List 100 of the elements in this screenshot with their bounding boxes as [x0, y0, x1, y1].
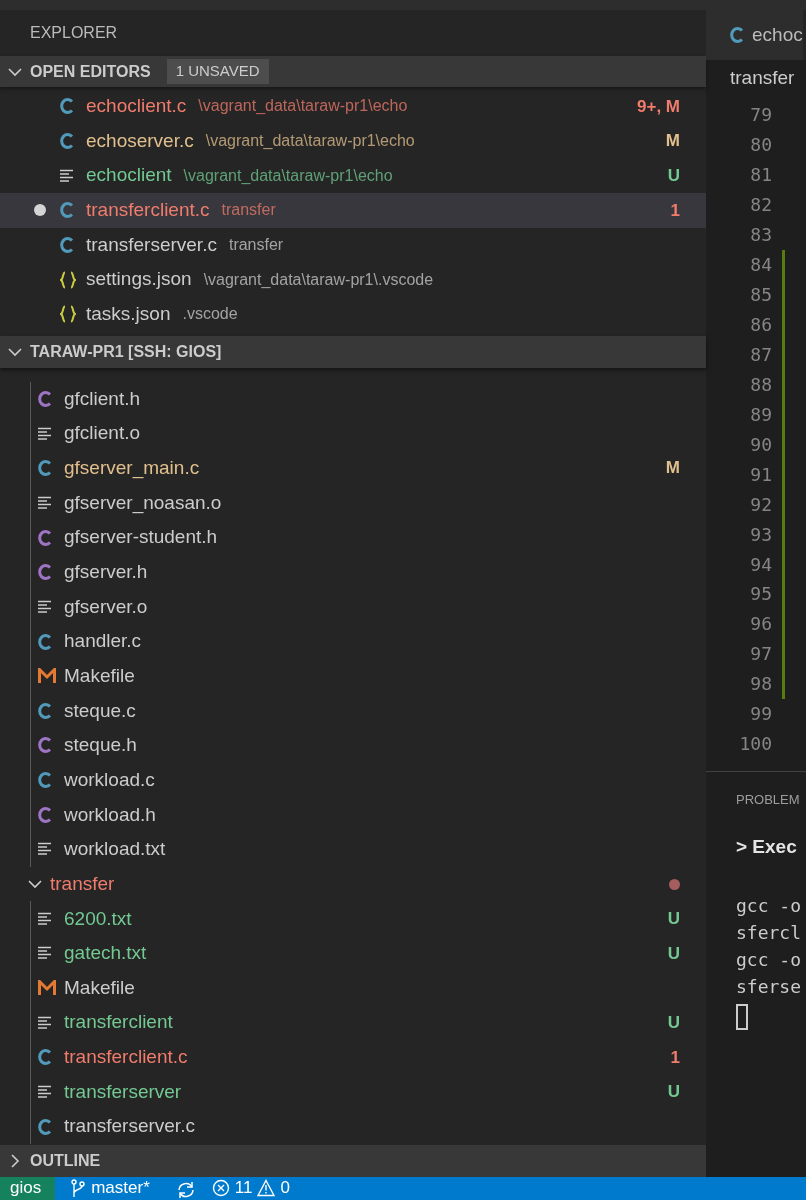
- file-name: gfserver_noasan.o: [64, 490, 222, 516]
- terminal-line: gcc -o: [736, 893, 803, 918]
- open-editor-item[interactable]: echoclient \vagrant_data\taraw-pr1\echo U: [0, 158, 706, 193]
- file-row[interactable]: Makefile: [0, 658, 706, 694]
- file-row[interactable]: gfserver.o: [0, 589, 706, 625]
- editor-tab[interactable]: echoc: [706, 10, 803, 60]
- file-row[interactable]: workload.h: [0, 797, 706, 833]
- file-name: gfclient.h: [64, 386, 141, 411]
- c-file-icon: [38, 701, 52, 720]
- file-row[interactable]: gfserver.h: [0, 554, 706, 590]
- explorer-title: EXPLORER: [29, 23, 119, 43]
- file-row[interactable]: gfserver-student.h: [0, 520, 706, 555]
- section-title: OPEN EDITORS: [30, 61, 151, 82]
- line-number: 89: [749, 402, 772, 427]
- line-number: 99: [749, 702, 772, 727]
- c-file-icon: [730, 26, 744, 44]
- problems-item[interactable]: 11 0: [211, 1177, 290, 1199]
- line-number: 91: [749, 462, 772, 487]
- breadcrumb[interactable]: transfer: [706, 60, 806, 96]
- file-row[interactable]: steque.h: [0, 728, 706, 763]
- open-editor-item[interactable]: settings.json \vagrant_data\taraw-pr1\.vscode: [0, 262, 706, 297]
- file-row[interactable]: transferserver.c: [0, 1109, 706, 1145]
- section-header[interactable]: OUTLINE: [0, 1145, 706, 1177]
- open-editor-item[interactable]: echoserver.c \vagrant_data\taraw-pr1\echo M: [0, 123, 706, 159]
- chevron-icon[interactable]: [8, 1154, 22, 1168]
- c-file-icon: [60, 97, 74, 116]
- open-editor-item[interactable]: transferclient.c transfer 1: [0, 192, 706, 228]
- sync-icon[interactable]: [175, 1181, 196, 1199]
- file-name: gfserver.o: [64, 594, 148, 619]
- line-number: 83: [749, 223, 772, 248]
- c-file-icon: [38, 771, 52, 790]
- open-editor-item[interactable]: transferserver.c transfer: [0, 227, 706, 263]
- file-name: Makefile: [64, 975, 135, 1000]
- line-number: 92: [749, 492, 772, 517]
- terminal-line: sferse: [736, 974, 803, 999]
- panel-tab[interactable]: PROBLEM: [736, 789, 800, 810]
- task-header: > Exec: [736, 835, 798, 860]
- file-name: echoclient: [86, 163, 172, 188]
- open-editor-item[interactable]: tasks.json .vscode: [0, 296, 706, 332]
- file-row[interactable]: steque.c: [0, 693, 706, 729]
- file-row[interactable]: transferclient.c 1: [0, 1040, 706, 1075]
- file-row[interactable]: Makefile: [0, 970, 706, 1006]
- file-row[interactable]: workload.c: [0, 762, 706, 798]
- section-header[interactable]: TARAW-PR1 [SSH: GIOS]: [0, 335, 706, 368]
- file-name: gfserver-student.h: [64, 525, 218, 550]
- line-number: 94: [749, 552, 772, 577]
- file-name: transferclient: [64, 1010, 173, 1035]
- folder-name: transfer: [50, 871, 115, 896]
- file-name: Makefile: [64, 663, 135, 688]
- branch-item[interactable]: master*: [71, 1177, 150, 1199]
- file-row[interactable]: 6200.txt U: [0, 901, 706, 937]
- text-file-icon: [60, 168, 74, 183]
- file-path: \vagrant_data\taraw-pr1\.vscode: [203, 269, 434, 290]
- git-status: 1: [670, 1046, 680, 1069]
- braces-icon: [60, 305, 76, 324]
- line-number: 95: [749, 582, 772, 607]
- file-name: gfserver_main.c: [64, 456, 200, 481]
- open-editor-item[interactable]: echoclient.c \vagrant_data\taraw-pr1\echo 9+, M: [0, 89, 706, 124]
- git-status: U: [667, 942, 680, 965]
- text-file-icon: [38, 426, 52, 441]
- file-name: echoclient.c: [86, 94, 187, 119]
- file-name: workload.h: [64, 802, 156, 827]
- file-row[interactable]: gfserver_noasan.o: [0, 485, 706, 521]
- line-number: 88: [749, 372, 772, 397]
- remote-indicator[interactable]: gios: [0, 1177, 56, 1200]
- file-row[interactable]: gfclient.h: [0, 381, 706, 417]
- folder-row[interactable]: transfer: [0, 866, 706, 902]
- warning-icon: [257, 1179, 276, 1197]
- header-file-icon: [38, 528, 52, 547]
- file-row[interactable]: gfserver_main.c M: [0, 450, 706, 486]
- file-path: transfer: [228, 234, 284, 255]
- c-file-icon: [60, 235, 74, 254]
- line-number: 100: [738, 732, 772, 757]
- c-file-icon: [38, 1117, 52, 1136]
- file-path: \vagrant_data\taraw-pr1\echo: [198, 96, 408, 117]
- line-number: 97: [749, 642, 772, 667]
- file-name: handler.c: [64, 629, 142, 654]
- file-name: tasks.json: [86, 302, 171, 326]
- error-icon: [211, 1179, 230, 1197]
- line-number: 93: [749, 522, 772, 547]
- section-header[interactable]: OPEN EDITORS 1 UNSAVED: [0, 56, 706, 87]
- file-name: transferserver: [64, 1079, 182, 1104]
- file-row[interactable]: workload.txt: [0, 832, 706, 867]
- file-name: gfserver.h: [64, 559, 148, 584]
- file-name: steque.c: [64, 698, 136, 723]
- file-row[interactable]: transferclient U: [0, 1005, 706, 1041]
- file-row[interactable]: gfclient.o: [0, 416, 706, 451]
- file-row[interactable]: transferserver U: [0, 1074, 706, 1110]
- git-status: 9+, M: [637, 95, 680, 118]
- terminal-line: sfercl: [736, 920, 803, 945]
- m-letter-icon: [38, 668, 56, 685]
- file-row[interactable]: gatech.txt U: [0, 936, 706, 971]
- m-letter-icon: [38, 980, 56, 997]
- file-name: steque.h: [64, 733, 137, 758]
- file-row[interactable]: handler.c: [0, 624, 706, 659]
- git-status: U: [667, 164, 680, 187]
- file-path: .vscode: [182, 304, 238, 325]
- line-number: 90: [749, 432, 772, 457]
- line-number: 79: [749, 103, 772, 128]
- file-name: 6200.txt: [64, 906, 132, 931]
